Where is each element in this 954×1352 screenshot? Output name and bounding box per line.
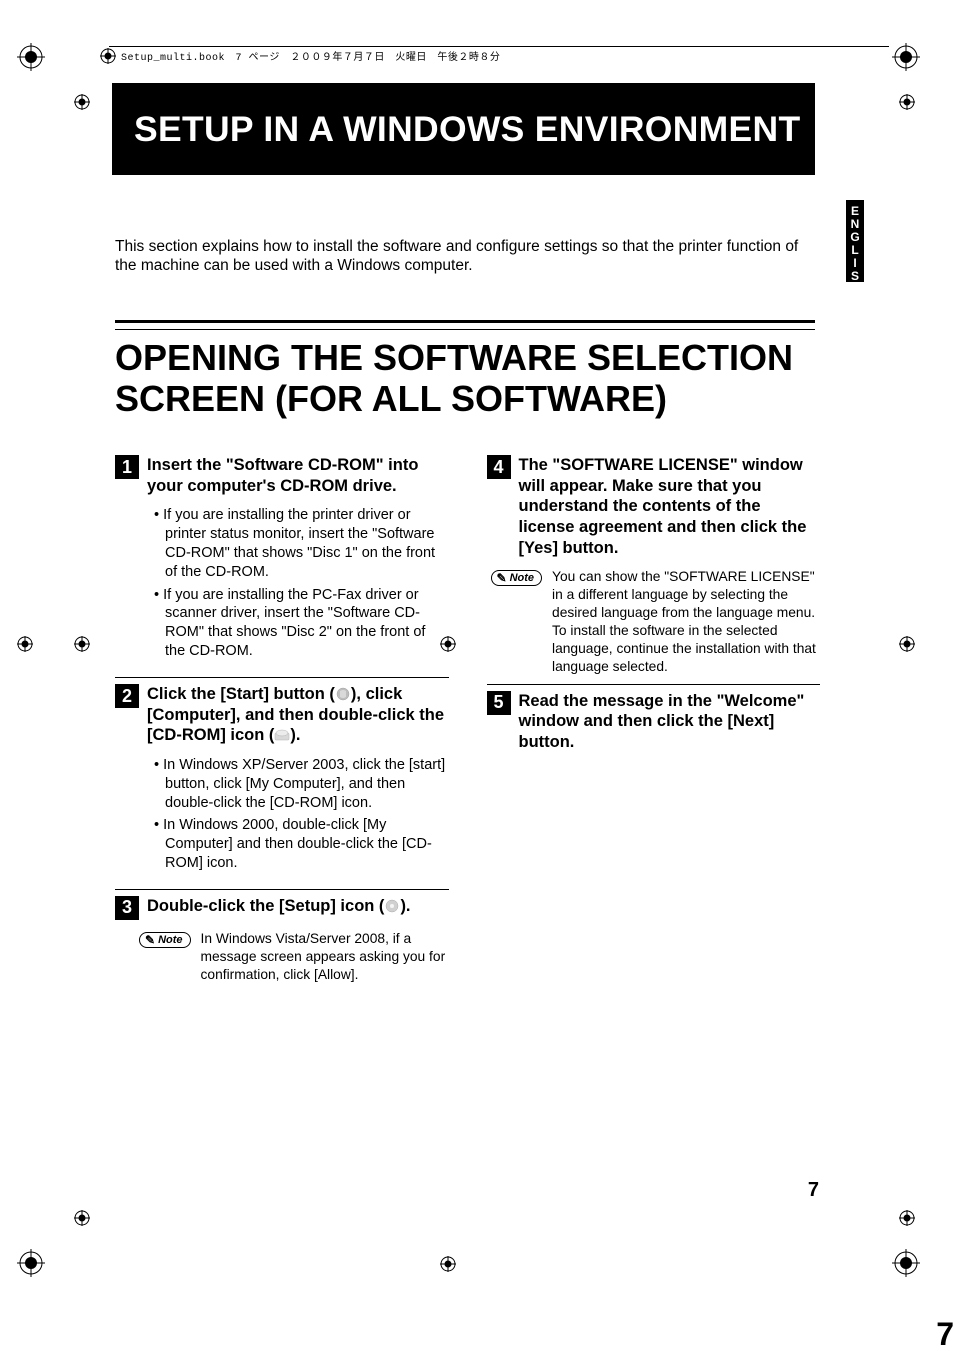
- cropmark-outer-bl: [17, 1249, 45, 1277]
- cropmark-mid-l-outer: [17, 636, 33, 652]
- step-3-title-b: ).: [400, 897, 410, 915]
- step-3-title-a: Double-click the [Setup] icon (: [147, 897, 384, 915]
- step-number-5: 5: [487, 691, 511, 715]
- step-4: 4 The "SOFTWARE LICENSE" window will app…: [487, 455, 821, 558]
- step-5: 5 Read the message in the "Welcome" wind…: [487, 691, 821, 753]
- step-3-title: Double-click the [Setup] icon ().: [147, 896, 411, 920]
- step-divider: [115, 889, 449, 890]
- cropmark-header: [100, 48, 116, 64]
- step-4-title: The "SOFTWARE LICENSE" window will appea…: [519, 455, 821, 558]
- start-button-icon: [335, 687, 351, 701]
- step-3-note: ✎Note In Windows Vista/Server 2008, if a…: [139, 930, 449, 984]
- step-number-3: 3: [115, 896, 139, 920]
- cropmark-inner-tr: [899, 94, 915, 110]
- setup-icon: [384, 899, 400, 913]
- language-tab: ENGLISH: [846, 200, 864, 282]
- left-column: 1 Insert the "Software CD-ROM" into your…: [115, 455, 449, 992]
- step-2-bullet-2: In Windows 2000, double-click [My Comput…: [165, 816, 449, 873]
- pencil-icon: ✎: [145, 934, 155, 946]
- page-number: 7: [808, 1179, 819, 1202]
- cropmark-center-bottom: [440, 1256, 456, 1272]
- step-2-title-c: ).: [290, 726, 300, 744]
- step-number-1: 1: [115, 455, 139, 479]
- section-divider: [115, 320, 815, 330]
- step-number-2: 2: [115, 684, 139, 708]
- step-number-4: 4: [487, 455, 511, 479]
- cdrom-drive-icon: [274, 728, 290, 742]
- cropmark-outer-tl: [17, 43, 45, 71]
- cropmark-inner-br: [899, 1210, 915, 1226]
- cropmark-outer-tr: [892, 43, 920, 71]
- chapter-title-banner: SETUP IN A WINDOWS ENVIRONMENT: [112, 83, 815, 175]
- step-5-title: Read the message in the "Welcome" window…: [519, 691, 821, 753]
- right-column: 4 The "SOFTWARE LICENSE" window will app…: [487, 455, 821, 992]
- step-4-note: ✎Note You can show the "SOFTWARE LICENSE…: [491, 568, 821, 676]
- chapter-title-text: SETUP IN A WINDOWS ENVIRONMENT: [134, 109, 800, 150]
- cropmark-mid-l-inner: [74, 636, 90, 652]
- step-2-title: Click the [Start] button (), click [Comp…: [147, 684, 449, 746]
- step-4-note-text: You can show the "SOFTWARE LICENSE" in a…: [552, 568, 820, 676]
- note-badge: ✎Note: [139, 932, 191, 948]
- note-label: Note: [510, 572, 534, 584]
- cropmark-inner-bl: [74, 1210, 90, 1226]
- cropmark-outer-br: [892, 1249, 920, 1277]
- cropmark-inner-tl: [74, 94, 90, 110]
- step-1-title: Insert the "Software CD-ROM" into your c…: [147, 455, 449, 496]
- step-3-note-text: In Windows Vista/Server 2008, if a messa…: [201, 930, 449, 984]
- cropmark-mid-r-inner: [899, 636, 915, 652]
- step-2-title-a: Click the [Start] button (: [147, 685, 335, 703]
- step-2-bullets: In Windows XP/Server 2003, click the [st…: [115, 756, 449, 873]
- step-1-bullet-1: If you are installing the printer driver…: [165, 506, 449, 581]
- step-3: 3 Double-click the [Setup] icon ().: [115, 896, 449, 920]
- intro-paragraph: This section explains how to install the…: [115, 237, 815, 276]
- page-slice: 7: [936, 1318, 954, 1350]
- header-text: Setup_multi.book 7 ページ ２００９年７月７日 火曜日 午後２…: [121, 48, 500, 64]
- step-divider: [487, 684, 821, 685]
- section-title: OPENING THE SOFTWARE SELECTION SCREEN (F…: [115, 337, 815, 420]
- pencil-icon: ✎: [497, 572, 507, 584]
- step-2-bullet-1: In Windows XP/Server 2003, click the [st…: [165, 756, 449, 813]
- step-2: 2 Click the [Start] button (), click [Co…: [115, 684, 449, 746]
- header-rule: [109, 46, 889, 47]
- note-label: Note: [158, 934, 182, 946]
- note-badge: ✎Note: [491, 570, 543, 586]
- step-1-bullet-2: If you are installing the PC-Fax driver …: [165, 586, 449, 661]
- step-1: 1 Insert the "Software CD-ROM" into your…: [115, 455, 449, 496]
- step-divider: [115, 677, 449, 678]
- step-1-bullets: If you are installing the printer driver…: [115, 506, 449, 661]
